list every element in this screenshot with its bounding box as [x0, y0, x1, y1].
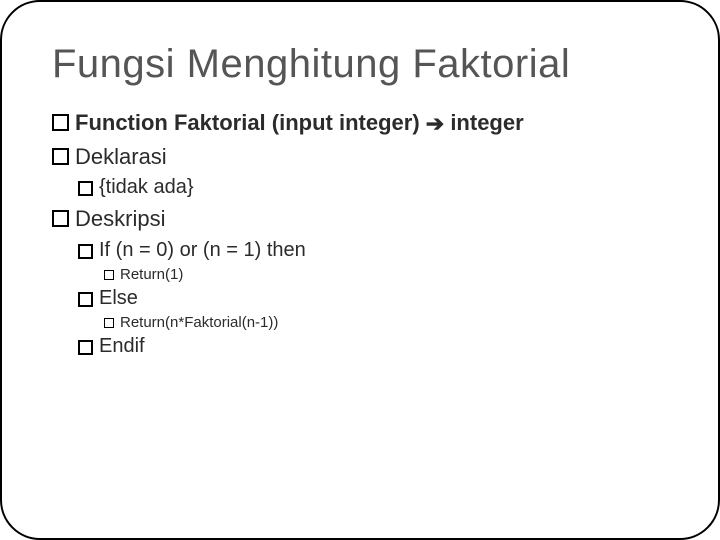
line-if: If (n = 0) or (n = 1) then	[78, 239, 668, 262]
deklarasi-content: {tidak ada}	[99, 176, 194, 199]
bullet-square-icon	[52, 148, 69, 165]
line-function-signature: Function Faktorial (input integer) ➔ int…	[52, 109, 668, 137]
sig-prefix: Function Faktorial (input integer)	[75, 110, 426, 135]
return2-text: Return(n*Faktorial(n-1))	[120, 314, 278, 331]
deskripsi-label: Deskripsi	[75, 205, 165, 233]
sig-suffix: integer	[444, 110, 523, 135]
line-else: Else	[78, 287, 668, 310]
line-deklarasi-content: {tidak ada}	[78, 176, 668, 199]
line-deskripsi: Deskripsi	[52, 205, 668, 233]
arrow-right-icon: ➔	[426, 110, 444, 138]
bullet-square-icon	[52, 210, 69, 227]
bullet-square-icon	[78, 340, 93, 355]
slide-frame: Fungsi Menghitung Faktorial Function Fak…	[0, 0, 720, 540]
if-text: If (n = 0) or (n = 1) then	[99, 239, 306, 262]
return1-text: Return(1)	[120, 266, 183, 283]
bullet-square-icon	[78, 244, 93, 259]
line-return-2: Return(n*Faktorial(n-1))	[104, 314, 668, 331]
bullet-square-icon	[104, 270, 114, 280]
bullet-square-icon	[78, 292, 93, 307]
endif-text: Endif	[99, 335, 145, 358]
bullet-square-icon	[78, 181, 93, 196]
line-endif: Endif	[78, 335, 668, 358]
line-deklarasi: Deklarasi	[52, 143, 668, 171]
bullet-square-icon	[52, 114, 69, 131]
function-signature-text: Function Faktorial (input integer) ➔ int…	[75, 109, 524, 137]
slide-title: Fungsi Menghitung Faktorial	[52, 42, 668, 87]
line-return-1: Return(1)	[104, 266, 668, 283]
bullet-square-icon	[104, 318, 114, 328]
else-text: Else	[99, 287, 138, 310]
deklarasi-label: Deklarasi	[75, 143, 167, 171]
